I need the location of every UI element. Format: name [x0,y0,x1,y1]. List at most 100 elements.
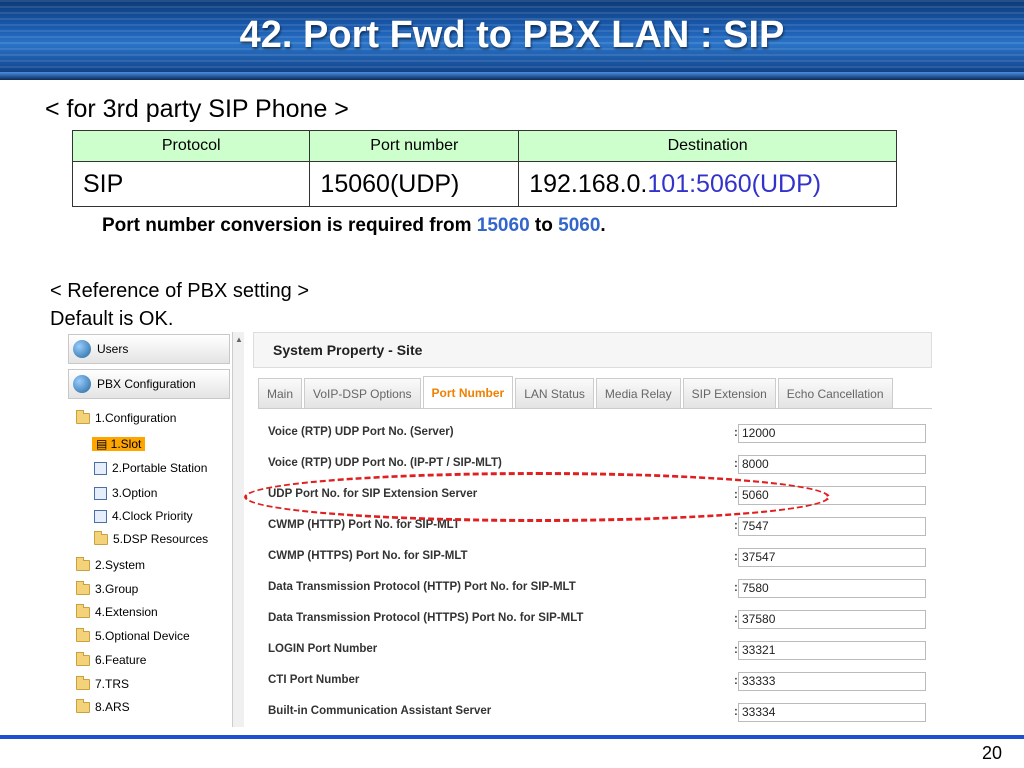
settings-panel: System Property - Site Main VoIP-DSP Opt… [246,332,932,727]
field-label: LOGIN Port Number [268,643,378,655]
sidebar-item-slot[interactable]: ▤ 1.Slot [92,434,146,454]
field-input-rtp-server[interactable]: 12000 [738,424,926,443]
sidebar-users-label: Users [97,342,129,356]
subtitle: < for 3rd party SIP Phone > [45,95,349,123]
tab-bar: Main VoIP-DSP Options Port Number LAN St… [258,376,893,408]
cell-destination: 192.168.0.101:5060(UDP) [518,161,897,207]
dest-prefix: 192.168.0. [529,169,648,198]
reference-default: Default is OK. [50,308,174,330]
sidebar-item-label: 3.Option [112,486,158,500]
reference-text: < Reference of PBX setting > Default is … [50,277,309,333]
conversion-note: Port number conversion is required from … [102,215,606,237]
folder-icon [76,603,90,618]
tab-echo-cancellation[interactable]: Echo Cancellation [777,378,893,408]
sidebar-pbx-label: PBX Configuration [97,377,196,391]
reference-heading: < Reference of PBX setting > [50,280,310,302]
users-icon [73,340,91,358]
sidebar-item-label: 6.Feature [95,653,147,667]
sidebar-users-button[interactable]: Users [68,334,230,364]
cell-protocol: SIP [71,161,311,207]
option-icon [94,486,107,500]
sidebar-item-label: 7.TRS [95,677,130,691]
note-mid: to [529,215,559,236]
sidebar-item-label: 1.Configuration [95,411,177,425]
sidebar-pbx-config-button[interactable]: PBX Configuration [68,369,230,399]
station-icon [94,461,107,475]
tab-sip-extension[interactable]: SIP Extension [682,378,776,408]
note-suffix: . [600,215,606,236]
field-row-dtp-http: Data Transmission Protocol (HTTP) Port N… [268,577,928,601]
field-input-rtp-ippt[interactable]: 8000 [738,455,926,474]
sidebar-item-label: 8.ARS [95,700,130,714]
field-label: Built-in Communication Assistant Server [268,705,492,717]
sidebar-item-dsp-resources[interactable]: 5.DSP Resources [94,529,208,549]
field-row-login-port: LOGIN Port Number:33321 [268,639,928,663]
table-row: SIP 15060(UDP) 192.168.0.101:5060(UDP) [71,161,897,207]
sidebar-item-feature[interactable]: 6.Feature [76,650,146,670]
tab-voip-dsp-options[interactable]: VoIP-DSP Options [304,378,421,408]
sidebar-item-trs[interactable]: 7.TRS [76,674,129,694]
sidebar-item-portable-station[interactable]: 2.Portable Station [94,458,207,478]
sidebar-item-label: 4.Clock Priority [112,509,193,523]
folder-icon [76,627,90,642]
sidebar-item-group[interactable]: 3.Group [76,579,138,599]
highlight-ellipse [244,472,830,522]
field-input-cwmp-http[interactable]: 7547 [738,517,926,536]
field-row-cti-port: CTI Port Number:33333 [268,670,928,694]
sidebar-item-extension[interactable]: 4.Extension [76,602,158,622]
note-prefix: Port number conversion is required from [102,215,477,236]
note-to-port: 5060 [558,215,601,236]
header-protocol: Protocol [71,130,311,162]
page-number: 20 [981,743,1002,763]
cell-port: 15060(UDP) [309,161,520,207]
field-label: Data Transmission Protocol (HTTPS) Port … [268,612,584,624]
tab-divider [258,408,932,409]
field-input-ca-server[interactable]: 33334 [738,703,926,722]
sidebar-item-optional-device[interactable]: 5.Optional Device [76,626,190,646]
slot-label: 1.Slot [110,437,142,451]
header-port-number: Port number [309,130,520,162]
tab-port-number[interactable]: Port Number [422,376,514,408]
note-from-port: 15060 [476,215,530,236]
sidebar-item-option[interactable]: 3.Option [94,483,157,503]
field-label: CTI Port Number [268,674,360,686]
folder-icon [76,675,90,690]
field-label: CWMP (HTTPS) Port No. for SIP-MLT [268,550,468,562]
sidebar-item-label: 3.Group [95,582,139,596]
panel-title: System Property - Site [253,332,932,368]
tab-main[interactable]: Main [258,378,303,408]
folder-icon [76,698,90,713]
field-input-cti-port[interactable]: 33333 [738,672,926,691]
dest-suffix: 101:5060(UDP) [647,169,822,198]
sidebar-item-configuration[interactable]: 1.Configuration [76,408,176,428]
field-input-dtp-http[interactable]: 7580 [738,579,926,598]
folder-icon [76,556,90,571]
tab-media-relay[interactable]: Media Relay [595,378,681,408]
pbx-screenshot: Users PBX Configuration 1.Configuration … [66,332,932,727]
field-label: Voice (RTP) UDP Port No. (Server) [268,426,454,438]
field-label: Data Transmission Protocol (HTTP) Port N… [268,581,576,593]
field-input-dtp-https[interactable]: 37580 [738,610,926,629]
field-row-cwmp-https: CWMP (HTTPS) Port No. for SIP-MLT:37547 [268,546,928,570]
folder-icon [76,580,90,595]
field-label: CWMP (HTTP) Port No. for SIP-MLT [268,519,460,531]
folder-icon [94,530,108,545]
sidebar-scrollbar[interactable]: ▲ [232,332,244,727]
folder-icon [76,651,90,666]
sidebar-item-system[interactable]: 2.System [76,555,145,575]
sidebar-item-label: 2.System [95,558,146,572]
tab-lan-status[interactable]: LAN Status [515,378,594,408]
sidebar-item-ars[interactable]: 8.ARS [76,697,130,717]
pbx-icon [73,375,91,393]
sidebar-item-clock-priority[interactable]: 4.Clock Priority [94,506,193,526]
sidebar-item-label: ▤ 1.Slot [92,437,146,451]
field-row-rtp-server: Voice (RTP) UDP Port No. (Server):12000 [268,422,928,446]
field-row-dtp-https: Data Transmission Protocol (HTTPS) Port … [268,608,928,632]
folder-icon [76,409,90,424]
field-row-ca-server: Built-in Communication Assistant Server:… [268,701,928,725]
port-forward-table: Protocol Port number Destination SIP 150… [71,130,897,207]
field-input-login-port[interactable]: 33321 [738,641,926,660]
scroll-up-icon[interactable]: ▲ [235,335,243,344]
field-input-cwmp-https[interactable]: 37547 [738,548,926,567]
sidebar-item-label: 5.DSP Resources [113,532,209,546]
